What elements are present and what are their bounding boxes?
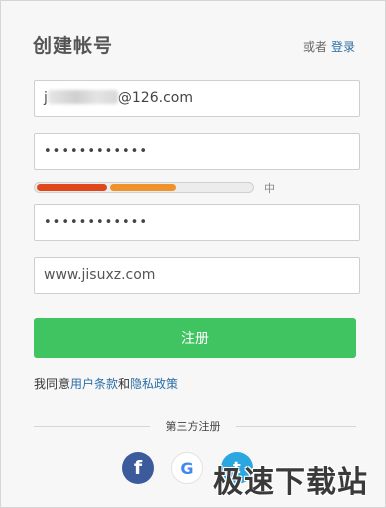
register-button[interactable]: 注册	[34, 318, 356, 358]
agreement-text: 我同意用户条款和隐私政策	[34, 375, 178, 392]
terms-link[interactable]: 用户条款	[70, 377, 118, 391]
privacy-link[interactable]: 隐私政策	[130, 377, 178, 391]
password-mask: ••••••••••••	[44, 144, 149, 159]
website-value: www.jisuxz.com	[44, 267, 156, 283]
agree-and: 和	[118, 377, 131, 391]
google-glyph: G	[180, 459, 194, 478]
strength-label: 中	[264, 182, 275, 195]
divider-right	[236, 426, 356, 427]
strength-segment-medium	[110, 184, 176, 191]
email-field[interactable]: j @126.com	[34, 80, 360, 117]
confirm-password-mask: ••••••••••••	[44, 215, 149, 230]
website-field[interactable]: www.jisuxz.com	[34, 257, 360, 294]
signup-window: 创建帐号 或者 登录 j @126.com •••••••••••• 中 •••••…	[0, 0, 386, 508]
strength-segment-weak	[37, 184, 107, 191]
google-icon[interactable]: G	[171, 452, 203, 484]
watermark-logo: 极速下载站	[213, 465, 368, 500]
login-link[interactable]: 登录	[331, 40, 355, 54]
password-field[interactable]: ••••••••••••	[34, 133, 360, 170]
email-suffix-text: @126.com	[117, 90, 193, 106]
confirm-password-field[interactable]: ••••••••••••	[34, 204, 360, 241]
alt-login-prefix: 或者	[302, 40, 327, 54]
password-strength-bar	[34, 182, 254, 193]
alt-login-prompt: 或者 登录	[303, 38, 355, 55]
facebook-icon[interactable]: f	[122, 452, 154, 484]
email-redacted-area	[47, 89, 118, 104]
page-title: 创建帐号	[33, 35, 114, 57]
third-party-label: 第三方注册	[165, 420, 221, 433]
agree-prefix: 我同意	[34, 377, 71, 391]
divider-left	[34, 426, 150, 427]
